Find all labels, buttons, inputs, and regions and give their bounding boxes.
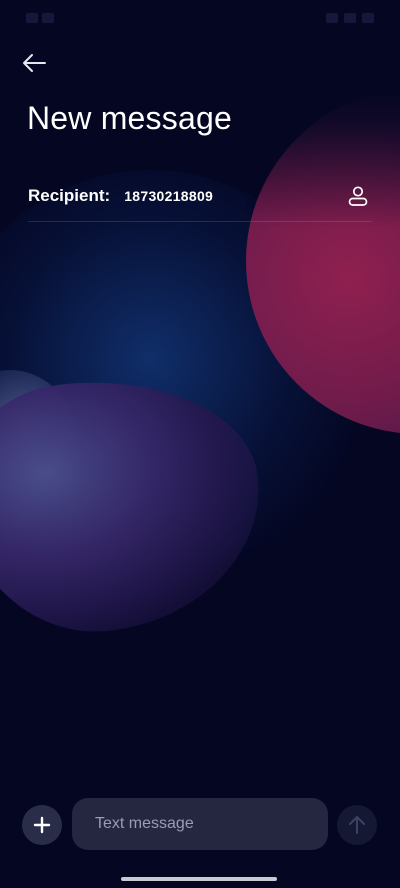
plus-icon [33, 816, 51, 834]
status-right [326, 13, 374, 23]
recipient-row[interactable]: Recipient: 18730218809 [28, 178, 372, 222]
compose-bar: Text message [0, 796, 400, 852]
arrow-up-icon [349, 816, 365, 834]
back-button[interactable] [18, 48, 50, 78]
navigation-handle[interactable] [121, 877, 277, 881]
recipient-label: Recipient: [28, 185, 111, 205]
contact-picker-button[interactable] [344, 182, 372, 210]
arrow-left-icon [23, 54, 46, 72]
person-icon [348, 185, 368, 206]
page-title: New message [27, 100, 232, 136]
send-button[interactable] [337, 805, 377, 845]
status-left [26, 11, 54, 26]
message-input[interactable]: Text message [72, 798, 328, 850]
recipient-input[interactable]: 18730218809 [124, 188, 213, 204]
new-message-screen: New message Recipient: 18730218809 Text … [0, 0, 400, 888]
status-bar [0, 0, 400, 36]
add-attachment-button[interactable] [22, 805, 62, 845]
